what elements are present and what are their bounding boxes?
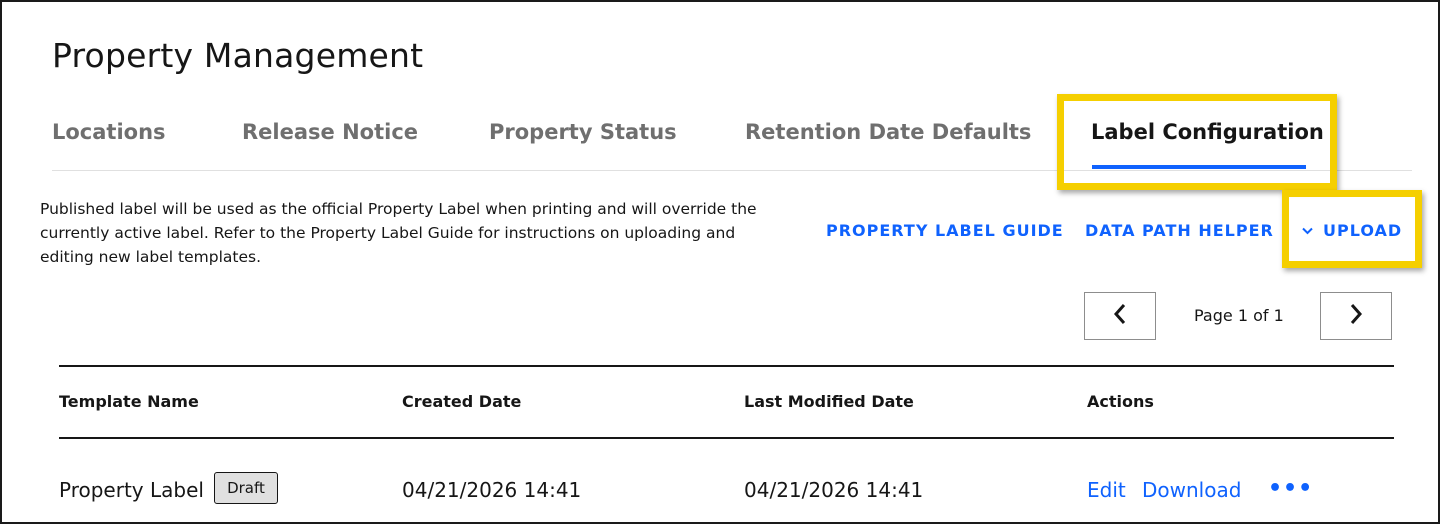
created-date-cell: 04/21/2026 14:41	[402, 478, 582, 502]
tab-locations[interactable]: Locations	[52, 120, 166, 144]
page-indicator: Page 1 of 1	[1194, 306, 1284, 325]
template-name-cell: Property Label	[59, 478, 204, 502]
chevron-left-icon	[1112, 302, 1128, 330]
previous-page-button[interactable]	[1084, 292, 1156, 340]
data-path-helper-link[interactable]: DATA PATH HELPER	[1085, 221, 1274, 240]
column-header-template-name: Template Name	[59, 392, 199, 411]
app-frame: Property Management Locations Release No…	[0, 0, 1440, 524]
upload-label: UPLOAD	[1323, 221, 1403, 240]
download-link[interactable]: Download	[1142, 478, 1241, 502]
table-header-rule	[59, 437, 1394, 439]
tab-property-status[interactable]: Property Status	[489, 120, 677, 144]
column-header-created-date: Created Date	[402, 392, 522, 411]
active-tab-indicator	[1092, 165, 1306, 169]
status-badge: Draft	[214, 472, 278, 504]
column-header-actions: Actions	[1087, 392, 1154, 411]
column-header-last-modified-date: Last Modified Date	[744, 392, 914, 411]
table-top-rule	[59, 365, 1394, 367]
property-label-guide-link[interactable]: PROPERTY LABEL GUIDE	[826, 221, 1064, 240]
edit-link[interactable]: Edit	[1087, 478, 1126, 502]
tab-retention-date-defaults[interactable]: Retention Date Defaults	[745, 120, 1031, 144]
upload-button[interactable]: UPLOAD	[1302, 221, 1402, 240]
tab-bar: Locations Release Notice Property Status…	[52, 104, 1412, 171]
page-title: Property Management	[52, 36, 424, 75]
description-text: Published label will be used as the offi…	[40, 200, 757, 266]
overflow-menu-icon[interactable]: •••	[1268, 476, 1313, 501]
next-page-button[interactable]	[1320, 292, 1392, 340]
last-modified-date-cell: 04/21/2026 14:41	[744, 478, 924, 502]
tab-label-configuration[interactable]: Label Configuration	[1091, 120, 1324, 144]
chevron-down-icon	[1302, 223, 1313, 239]
tab-release-notice[interactable]: Release Notice	[242, 120, 418, 144]
chevron-right-icon	[1348, 302, 1364, 330]
